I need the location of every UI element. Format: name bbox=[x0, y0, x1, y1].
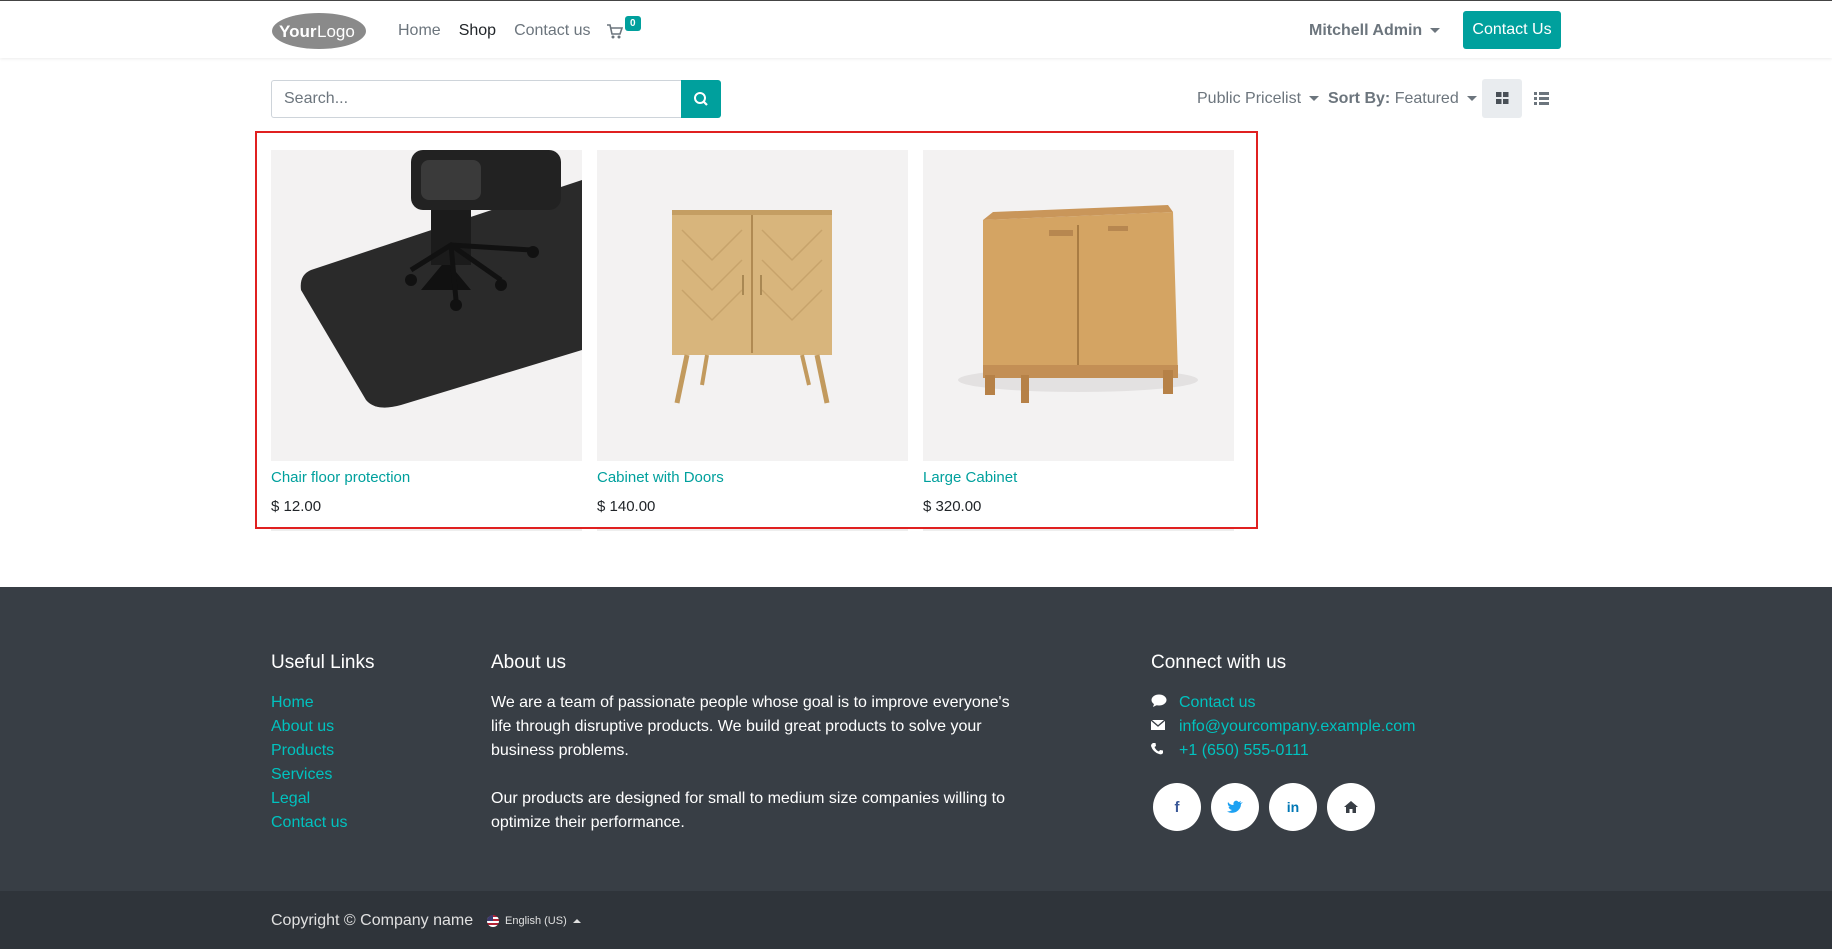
search-input[interactable] bbox=[271, 80, 681, 118]
copyright-bar: Copyright © Company name English (US) bbox=[0, 891, 1832, 949]
sort-value: Featured bbox=[1394, 90, 1459, 107]
social-links: f in bbox=[1153, 783, 1375, 831]
nav-contact-us[interactable]: Contact us bbox=[514, 19, 590, 43]
grid-view-button[interactable] bbox=[1482, 79, 1522, 118]
phone-icon bbox=[1151, 742, 1179, 760]
search-bar bbox=[271, 80, 721, 118]
about-title: About us bbox=[491, 652, 566, 673]
language-selector[interactable]: English (US) bbox=[487, 912, 581, 930]
connect-list: Contact us info@yourcompany.example.com … bbox=[1150, 691, 1416, 763]
user-menu[interactable]: Mitchell Admin bbox=[1309, 20, 1441, 42]
chevron-down-icon bbox=[1466, 96, 1477, 102]
us-flag-icon bbox=[487, 915, 499, 927]
card-divider bbox=[597, 529, 908, 531]
search-icon bbox=[694, 92, 708, 106]
footer-link-services[interactable]: Services bbox=[271, 763, 347, 787]
useful-links-title: Useful Links bbox=[271, 652, 375, 673]
main-nav: Home Shop Contact us bbox=[398, 19, 609, 43]
nav-home[interactable]: Home bbox=[398, 19, 441, 43]
site-header: Your Logo Home Shop Contact us 0 Mitchel… bbox=[0, 0, 1832, 58]
about-text: We are a team of passionate people whose… bbox=[491, 691, 1021, 835]
facebook-icon: f bbox=[1174, 798, 1180, 816]
linkedin-icon: in bbox=[1286, 799, 1300, 815]
useful-links-list: Home About us Products Services Legal Co… bbox=[271, 691, 347, 835]
nav-shop[interactable]: Shop bbox=[459, 19, 496, 43]
svg-text:Logo: Logo bbox=[317, 22, 355, 41]
user-name: Mitchell Admin bbox=[1309, 22, 1423, 39]
connect-phone-link[interactable]: +1 (650) 555-0111 bbox=[1179, 742, 1309, 760]
company-logo[interactable]: Your Logo bbox=[271, 12, 367, 50]
list-view-button[interactable] bbox=[1522, 79, 1560, 118]
home-button[interactable] bbox=[1327, 783, 1375, 831]
site-footer: Useful Links Home About us Products Serv… bbox=[0, 587, 1832, 891]
connect-email-link[interactable]: info@yourcompany.example.com bbox=[1179, 718, 1416, 736]
chevron-down-icon bbox=[1309, 96, 1320, 102]
card-divider bbox=[923, 529, 1234, 531]
language-label: English (US) bbox=[505, 915, 567, 927]
cart-icon bbox=[607, 24, 623, 39]
about-paragraph: We are a team of passionate people whose… bbox=[491, 694, 1010, 759]
envelope-icon bbox=[1150, 718, 1179, 736]
linkedin-button[interactable]: in bbox=[1269, 783, 1317, 831]
cart-button[interactable]: 0 bbox=[607, 16, 647, 44]
sort-label: Sort By: bbox=[1328, 90, 1391, 107]
chevron-down-icon bbox=[1430, 28, 1441, 34]
home-icon bbox=[1344, 801, 1358, 813]
twitter-button[interactable] bbox=[1211, 783, 1259, 831]
cart-count-badge: 0 bbox=[625, 16, 641, 31]
footer-link-about[interactable]: About us bbox=[271, 715, 347, 739]
svg-text:Your: Your bbox=[279, 22, 317, 41]
pricelist-dropdown[interactable]: Public Pricelist bbox=[1197, 88, 1320, 110]
sort-dropdown[interactable]: Sort By: Featured bbox=[1328, 88, 1477, 110]
list-icon bbox=[1534, 92, 1549, 105]
connect-contact-link[interactable]: Contact us bbox=[1179, 694, 1255, 712]
grid-icon bbox=[1496, 92, 1509, 104]
about-paragraph: Our products are designed for small to m… bbox=[491, 790, 1006, 831]
footer-link-contact[interactable]: Contact us bbox=[271, 811, 347, 835]
card-divider bbox=[271, 529, 582, 531]
connect-title: Connect with us bbox=[1151, 652, 1287, 673]
footer-link-products[interactable]: Products bbox=[271, 739, 347, 763]
pricelist-label: Public Pricelist bbox=[1197, 90, 1302, 107]
contact-us-button[interactable]: Contact Us bbox=[1463, 11, 1561, 49]
footer-link-home[interactable]: Home bbox=[271, 691, 347, 715]
comment-icon bbox=[1151, 694, 1179, 713]
search-button[interactable] bbox=[681, 80, 721, 118]
twitter-icon bbox=[1227, 800, 1243, 813]
copyright-text: Copyright © Company name bbox=[271, 912, 474, 929]
chevron-up-icon bbox=[572, 919, 581, 923]
facebook-button[interactable]: f bbox=[1153, 783, 1201, 831]
selection-highlight bbox=[255, 131, 1258, 529]
footer-link-legal[interactable]: Legal bbox=[271, 787, 347, 811]
